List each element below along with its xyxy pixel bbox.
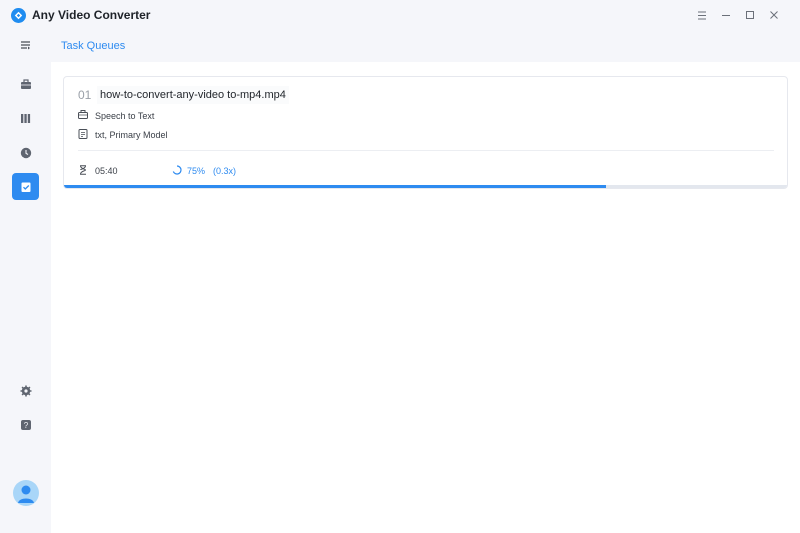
app-logo-icon bbox=[11, 8, 26, 23]
task-filename[interactable]: how-to-convert-any-video to-mp4.mp4 bbox=[97, 86, 289, 104]
svg-text:?: ? bbox=[23, 421, 28, 430]
window-controls bbox=[690, 7, 786, 23]
help-icon[interactable]: ? bbox=[12, 411, 39, 438]
menu-icon[interactable] bbox=[690, 7, 714, 23]
page-title: Task Queues bbox=[61, 40, 126, 52]
history-icon[interactable] bbox=[12, 139, 39, 166]
library-icon[interactable] bbox=[12, 105, 39, 132]
toolbox-icon bbox=[78, 110, 88, 121]
divider bbox=[78, 150, 774, 151]
title-bar: Any Video Converter bbox=[0, 0, 800, 30]
spinner-icon bbox=[172, 165, 182, 177]
minimize-icon[interactable] bbox=[714, 7, 738, 23]
task-duration-row: 05:40 bbox=[78, 165, 118, 177]
document-icon bbox=[78, 129, 88, 141]
app-title: Any Video Converter bbox=[32, 8, 151, 22]
hourglass-icon bbox=[78, 165, 88, 177]
progress-bar bbox=[64, 185, 787, 188]
task-index: 01 bbox=[78, 88, 92, 102]
progress-bar-fill bbox=[64, 185, 607, 188]
task-output-row: txt, Primary Model bbox=[78, 129, 168, 141]
app-window: Any Video Converter ? Task Queues 01 how… bbox=[0, 0, 800, 533]
task-operation-row: Speech to Text bbox=[78, 110, 154, 121]
progress-speed: (0.3x) bbox=[213, 166, 237, 176]
task-queue-icon[interactable] bbox=[12, 173, 39, 200]
task-card[interactable]: 01 how-to-convert-any-video to-mp4.mp4 S… bbox=[63, 76, 788, 189]
maximize-icon[interactable] bbox=[738, 7, 762, 23]
toolbox-icon[interactable] bbox=[12, 71, 39, 98]
task-progress-status: 75% (0.3x) bbox=[172, 165, 236, 177]
avatar-icon[interactable] bbox=[13, 480, 39, 506]
close-icon[interactable] bbox=[762, 7, 786, 23]
settings-icon[interactable] bbox=[12, 377, 39, 404]
progress-percent: 75% bbox=[187, 166, 206, 176]
collapse-icon[interactable] bbox=[12, 31, 39, 58]
sidebar: ? bbox=[0, 30, 51, 533]
task-duration: 05:40 bbox=[95, 166, 118, 176]
task-operation: Speech to Text bbox=[95, 110, 155, 121]
task-output-format: txt, Primary Model bbox=[95, 130, 168, 140]
